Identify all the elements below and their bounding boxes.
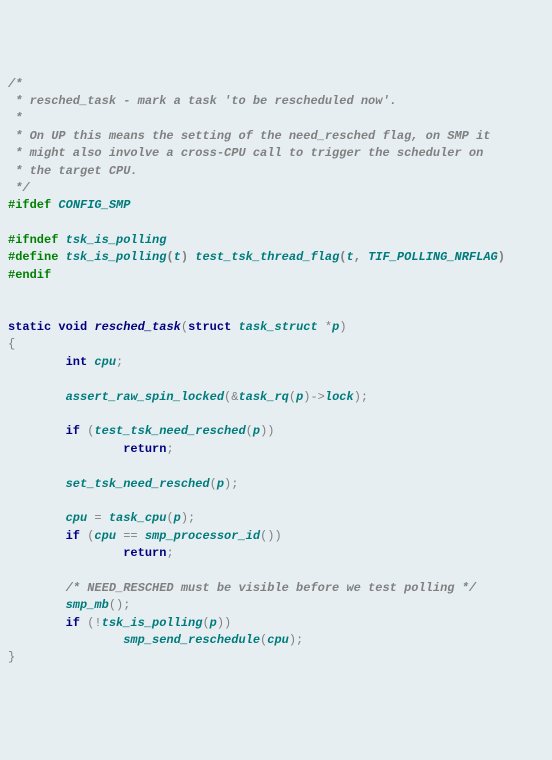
function-name: resched_task — [94, 320, 180, 334]
identifier: test_tsk_thread_flag — [195, 250, 339, 264]
code-block: /* * resched_task - mark a task 'to be r… — [8, 76, 544, 667]
identifier: cpu — [94, 355, 116, 369]
comment-line: * — [8, 111, 22, 125]
identifier: p — [253, 424, 260, 438]
function-call: test_tsk_need_resched — [94, 424, 245, 438]
identifier: CONFIG_SMP — [58, 198, 130, 212]
identifier: p — [217, 477, 224, 491]
function-call: smp_processor_id — [145, 529, 260, 543]
comment-line: * resched_task - mark a task 'to be resc… — [8, 94, 397, 108]
function-call: assert_raw_spin_locked — [66, 390, 224, 404]
identifier: t — [347, 250, 354, 264]
identifier: t — [174, 250, 181, 264]
identifier: p — [210, 616, 217, 630]
identifier: cpu — [66, 511, 88, 525]
identifier: cpu — [267, 633, 289, 647]
keyword: return — [123, 546, 166, 560]
comment-line: * On UP this means the setting of the ne… — [8, 129, 490, 143]
identifier: tsk_is_polling — [66, 233, 167, 247]
identifier: lock — [325, 390, 354, 404]
comment-line: */ — [8, 181, 30, 195]
preprocessor: #ifdef — [8, 198, 51, 212]
function-call: smp_send_reschedule — [123, 633, 260, 647]
type-name: task_struct — [238, 320, 317, 334]
function-call: task_cpu — [109, 511, 167, 525]
function-call: set_tsk_need_resched — [66, 477, 210, 491]
keyword: return — [123, 442, 166, 456]
comment-line: * might also involve a cross-CPU call to… — [8, 146, 483, 160]
keyword: int — [66, 355, 88, 369]
preprocessor: #endif — [8, 268, 51, 282]
comment-line: * the target CPU. — [8, 164, 138, 178]
keyword: if — [66, 529, 80, 543]
preprocessor: #define — [8, 250, 58, 264]
keyword: void — [58, 320, 87, 334]
function-call: tsk_is_polling — [102, 616, 203, 630]
keyword: if — [66, 424, 80, 438]
function-call: smp_mb — [66, 598, 109, 612]
keyword: if — [66, 616, 80, 630]
keyword: struct — [188, 320, 231, 334]
preprocessor: #ifndef — [8, 233, 58, 247]
identifier: tsk_is_polling — [66, 250, 167, 264]
identifier: cpu — [94, 529, 116, 543]
identifier: TIF_POLLING_NRFLAG — [368, 250, 498, 264]
comment-line: /* NEED_RESCHED must be visible before w… — [66, 581, 476, 595]
function-call: task_rq — [238, 390, 288, 404]
keyword: static — [8, 320, 51, 334]
comment-line: /* — [8, 77, 22, 91]
identifier: p — [174, 511, 181, 525]
